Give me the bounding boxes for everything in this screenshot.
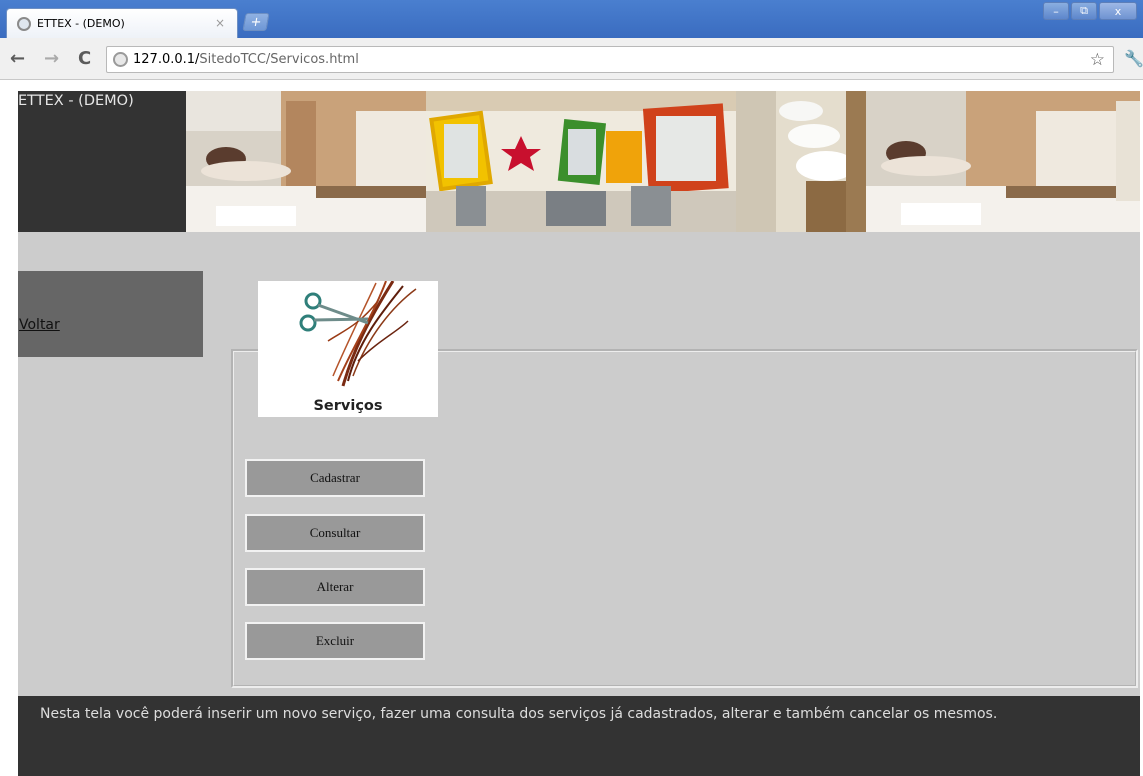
services-title: Serviços (313, 398, 383, 414)
maximize-button[interactable]: ⧉ (1071, 2, 1097, 20)
address-bar[interactable]: 127.0.0.1/SitedoTCC/Servicos.html ☆ (106, 46, 1114, 73)
new-tab-button[interactable]: + (242, 13, 270, 31)
forward-arrow-icon[interactable]: → (44, 48, 59, 69)
url-text: 127.0.0.1/SitedoTCC/Servicos.html (133, 52, 359, 67)
header-banner-image (186, 91, 1140, 232)
url-host: 127.0.0.1/ (133, 52, 200, 67)
site-title: ETTEX - (DEMO) (18, 93, 134, 109)
page-info-icon[interactable] (113, 52, 128, 67)
header-title-box: ETTEX - (DEMO) (18, 91, 186, 232)
page-content: ETTEX - (DEMO) Voltar Serviços Cadastrar… (18, 91, 1140, 776)
browser-tab[interactable]: ETTEX - (DEMO) × (6, 8, 238, 38)
excluir-button[interactable]: Excluir (245, 622, 425, 660)
voltar-link[interactable]: Voltar (19, 317, 60, 333)
cadastrar-button[interactable]: Cadastrar (245, 459, 425, 497)
back-arrow-icon[interactable]: ← (10, 48, 25, 69)
window-controls: – ⧉ x (1043, 2, 1137, 20)
minimize-button[interactable]: – (1043, 2, 1069, 20)
reload-icon[interactable]: C (78, 48, 91, 69)
sidebar-panel (18, 271, 203, 357)
services-logo: Serviços (258, 280, 438, 417)
tab-title: ETTEX - (DEMO) (37, 17, 125, 30)
close-window-button[interactable]: x (1099, 2, 1137, 20)
consultar-button[interactable]: Consultar (245, 514, 425, 552)
url-path: SitedoTCC/Servicos.html (199, 52, 359, 67)
bookmark-star-icon[interactable]: ☆ (1090, 50, 1105, 70)
close-tab-icon[interactable]: × (215, 16, 225, 30)
browser-titlebar: ETTEX - (DEMO) × + – ⧉ x (0, 0, 1143, 38)
footer-description: Nesta tela você poderá inserir um novo s… (40, 706, 998, 722)
wrench-icon[interactable]: 🔧 (1124, 49, 1143, 68)
salon-photo-collage (186, 91, 1140, 232)
scissors-hair-icon (299, 280, 417, 387)
globe-icon (17, 16, 31, 31)
footer: Nesta tela você poderá inserir um novo s… (18, 696, 1140, 776)
alterar-button[interactable]: Alterar (245, 568, 425, 606)
